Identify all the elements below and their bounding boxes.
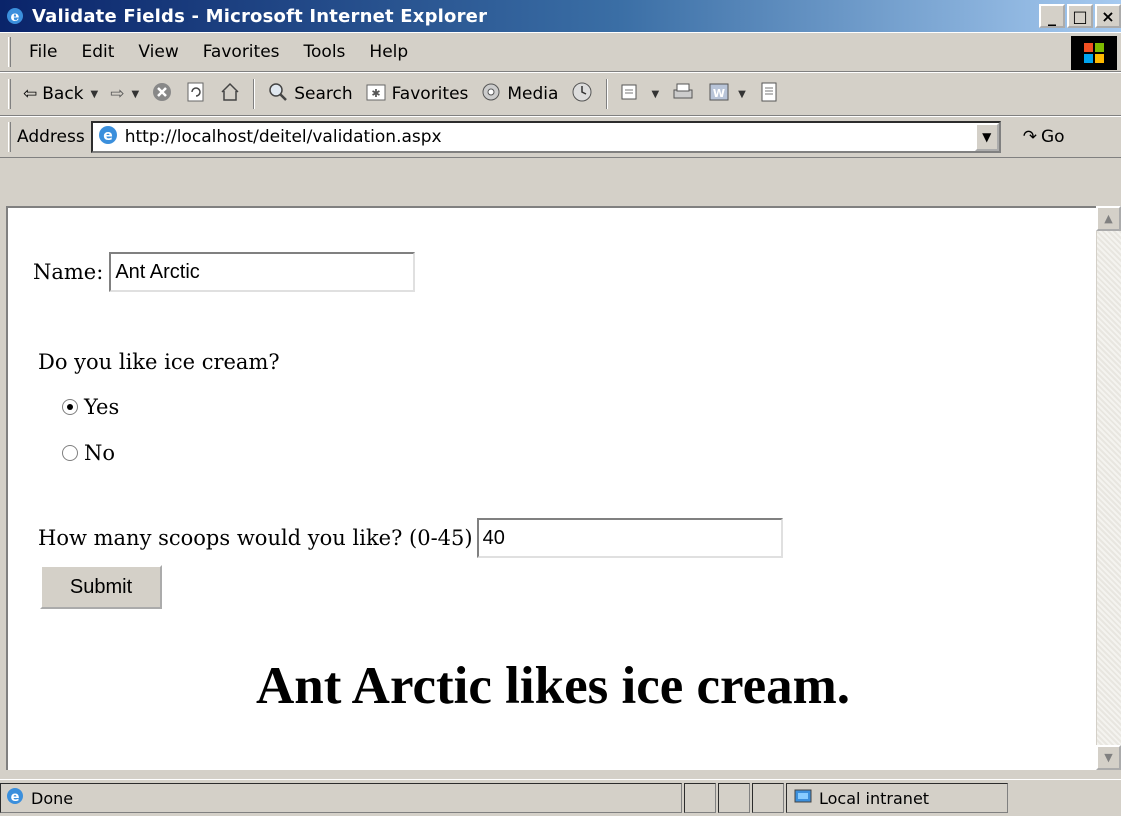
print-icon [671, 81, 695, 108]
refresh-icon [185, 81, 207, 108]
submit-button[interactable]: Submit [40, 565, 162, 609]
status-cell [718, 783, 750, 813]
back-button[interactable]: ⇦ Back ▼ [17, 77, 104, 111]
home-icon [219, 81, 241, 108]
scoops-row: How many scoops would you like? (0-45) 4… [38, 518, 783, 558]
search-icon [267, 81, 289, 108]
forward-dropdown-icon[interactable]: ▼ [131, 89, 139, 100]
menu-file[interactable]: File [17, 42, 69, 62]
back-label: Back [42, 84, 84, 104]
radio-no-label: No [84, 441, 116, 465]
frame-gap [0, 158, 1121, 206]
status-cell [752, 783, 784, 813]
menu-help[interactable]: Help [357, 42, 420, 62]
page-content: Name: Ant Arctic Do you like ice cream? … [6, 206, 1096, 770]
back-arrow-icon: ⇦ [23, 84, 38, 104]
submit-row: Submit [40, 565, 162, 609]
page-done-icon: e [5, 786, 25, 810]
intranet-icon [793, 786, 813, 810]
scoops-input[interactable]: 40 [476, 518, 783, 558]
scroll-up-button[interactable]: ▲ [1096, 206, 1121, 231]
go-label: Go [1040, 127, 1065, 147]
history-button[interactable] [564, 77, 600, 111]
discuss-icon [758, 81, 780, 108]
zone-label: Local intranet [819, 788, 930, 808]
security-zone: Local intranet [786, 783, 1008, 813]
back-dropdown-icon[interactable]: ▼ [91, 89, 99, 100]
home-button[interactable] [213, 77, 247, 111]
radio-no[interactable]: No [62, 441, 115, 465]
history-icon [570, 80, 594, 109]
svg-text:e: e [11, 790, 20, 805]
favorites-label: Favorites [391, 84, 469, 104]
svg-text:e: e [103, 128, 113, 144]
mail-dropdown-icon[interactable]: ▼ [651, 89, 659, 100]
favorites-button[interactable]: ✱ Favorites [359, 77, 475, 111]
menu-tools[interactable]: Tools [292, 42, 358, 62]
name-label: Name: [33, 260, 104, 284]
svg-text:e: e [11, 9, 20, 25]
maximize-button[interactable]: □ [1067, 4, 1093, 28]
radio-yes[interactable]: Yes [62, 395, 119, 419]
title-bar[interactable]: e Validate Fields - Microsoft Internet E… [0, 0, 1121, 32]
menu-grip[interactable] [8, 37, 11, 67]
windows-logo-icon [1071, 36, 1117, 70]
discuss-button[interactable] [752, 77, 786, 111]
address-grip[interactable] [8, 122, 11, 152]
forward-arrow-icon: ⇨ [110, 84, 125, 104]
menu-view[interactable]: View [126, 42, 190, 62]
radio-yes-button[interactable] [62, 399, 78, 415]
address-label: Address [17, 127, 85, 147]
standard-toolbar: ⇦ Back ▼ ⇨ ▼ Search ✱ Favorites Media ▼ … [0, 72, 1121, 116]
edit-dropdown-icon[interactable]: ▼ [738, 89, 746, 100]
svg-text:W: W [713, 87, 725, 100]
media-button[interactable]: Media [474, 77, 564, 111]
go-arrow-icon: ↷ [1022, 127, 1037, 147]
media-label: Media [507, 84, 559, 104]
mail-icon [620, 81, 644, 108]
icecream-question: Do you like ice cream? [38, 350, 280, 374]
refresh-button[interactable] [179, 77, 213, 111]
svg-text:✱: ✱ [371, 87, 380, 100]
window-title: Validate Fields - Microsoft Internet Exp… [32, 5, 488, 27]
vertical-scrollbar[interactable]: ▲ ▼ [1096, 206, 1121, 770]
search-button[interactable]: Search [261, 77, 358, 111]
address-input[interactable]: e http://localhost/deitel/validation.asp… [90, 121, 1001, 153]
radio-yes-label: Yes [84, 395, 120, 419]
print-button[interactable] [665, 77, 701, 111]
close-button[interactable]: × [1095, 4, 1121, 28]
toolbar-separator [253, 79, 256, 109]
address-dropdown-button[interactable]: ▼ [974, 123, 999, 151]
status-bar: e Done Local intranet [0, 779, 1121, 816]
stop-button[interactable] [145, 77, 179, 111]
status-text: Done [31, 788, 74, 808]
stop-icon [151, 81, 173, 108]
address-url: http://localhost/deitel/validation.aspx [124, 127, 442, 147]
go-button[interactable]: ↷ Go [1023, 127, 1065, 147]
status-main: e Done [0, 783, 682, 813]
scoops-label: How many scoops would you like? (0-45) [38, 526, 473, 550]
name-row: Name: Ant Arctic [33, 252, 416, 292]
media-icon [480, 81, 502, 108]
result-message: Ant Arctic likes ice cream. [255, 657, 851, 715]
toolbar-grip[interactable] [8, 79, 11, 109]
menu-edit[interactable]: Edit [69, 42, 126, 62]
address-bar: Address e http://localhost/deitel/valida… [0, 116, 1121, 158]
status-cell [684, 783, 716, 813]
menu-favorites[interactable]: Favorites [191, 42, 292, 62]
edit-button[interactable]: W ▼ [701, 77, 752, 111]
word-edit-icon: W [707, 81, 731, 108]
mail-button[interactable]: ▼ [614, 77, 665, 111]
name-input[interactable]: Ant Arctic [109, 252, 416, 292]
search-label: Search [294, 84, 353, 104]
scroll-down-button[interactable]: ▼ [1096, 745, 1121, 770]
menu-bar: File Edit View Favorites Tools Help [0, 32, 1121, 72]
toolbar-separator [606, 79, 609, 109]
minimize-button[interactable]: _ [1039, 4, 1065, 28]
forward-button[interactable]: ⇨ ▼ [104, 77, 145, 111]
ie-logo-icon: e [4, 5, 26, 27]
radio-no-button[interactable] [62, 445, 78, 461]
favorites-icon: ✱ [365, 81, 387, 108]
page-icon: e [97, 124, 119, 151]
